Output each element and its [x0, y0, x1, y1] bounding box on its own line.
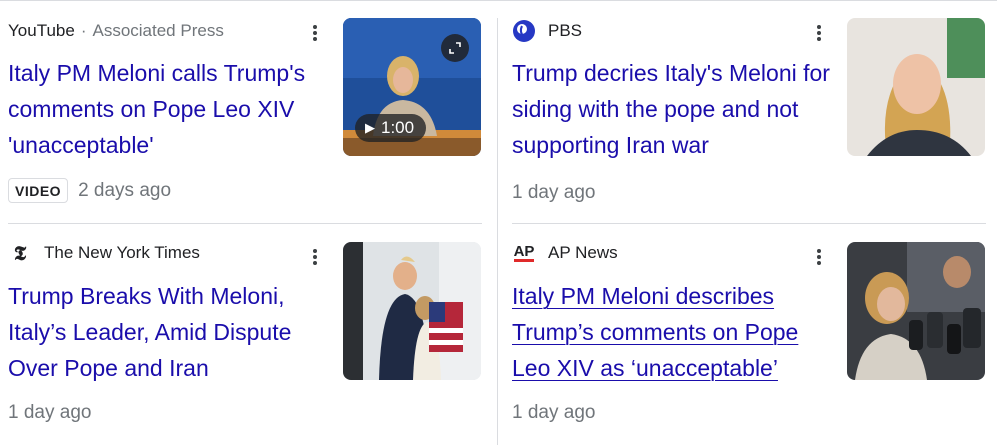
- news-card-video[interactable]: YouTube · Associated Press Italy PM Melo…: [8, 0, 488, 210]
- card-meta: VIDEO 2 days ago: [8, 178, 171, 203]
- card-source: PBS: [512, 18, 582, 44]
- card-meta: 1 day ago: [8, 402, 91, 424]
- card-source: YouTube · Associated Press: [8, 18, 224, 44]
- headline-link[interactable]: Trump Breaks With Meloni, Italy’s Leader…: [8, 278, 328, 386]
- source-name: The New York Times: [44, 243, 200, 262]
- headline-link[interactable]: Trump decries Italy's Meloni for siding …: [512, 55, 832, 163]
- portrait-thumbnail[interactable]: [847, 18, 985, 156]
- more-options-icon[interactable]: [812, 244, 826, 270]
- video-duration: ▶ 1:00: [355, 114, 427, 142]
- more-options-icon[interactable]: [308, 20, 322, 46]
- photo-thumbnail[interactable]: [847, 242, 985, 380]
- expand-icon[interactable]: [441, 34, 469, 62]
- card-meta: 1 day ago: [512, 182, 595, 204]
- duration-text: 1:00: [381, 118, 415, 137]
- card-meta: 1 day ago: [512, 402, 595, 424]
- source-name: AP News: [548, 243, 618, 262]
- source-name: PBS: [548, 21, 583, 40]
- column-divider: [497, 18, 498, 445]
- publisher-name: Associated Press: [92, 21, 224, 40]
- headline-link[interactable]: Italy PM Meloni calls Trump's comments o…: [8, 55, 328, 163]
- news-card-ap[interactable]: AP AP News Italy PM Meloni describes Tru…: [512, 224, 992, 434]
- news-card-pbs[interactable]: PBS Trump decries Italy's Meloni for sid…: [512, 0, 992, 210]
- video-badge: VIDEO: [8, 178, 69, 203]
- news-card-nyt[interactable]: 𝕿 The New York Times Trump Breaks With M…: [8, 224, 488, 434]
- photo-thumbnail[interactable]: [343, 242, 481, 380]
- ap-logo-icon: AP: [513, 242, 535, 262]
- headline-link[interactable]: Italy PM Meloni describes Trump’s commen…: [512, 278, 832, 386]
- timestamp: 2 days ago: [78, 179, 172, 201]
- source-separator: ·: [80, 21, 87, 40]
- timestamp: 1 day ago: [512, 402, 596, 423]
- more-options-icon[interactable]: [308, 244, 322, 270]
- play-icon: ▶: [365, 120, 375, 135]
- card-source: AP AP News: [512, 240, 618, 266]
- source-name: YouTube: [8, 21, 75, 40]
- card-source: 𝕿 The New York Times: [8, 240, 200, 266]
- pbs-logo-icon: [512, 19, 536, 43]
- timestamp: 1 day ago: [8, 402, 92, 423]
- timestamp: 1 day ago: [512, 182, 596, 203]
- nyt-logo-icon: 𝕿: [13, 241, 27, 265]
- more-options-icon[interactable]: [812, 20, 826, 46]
- video-thumbnail[interactable]: ▶ 1:00: [343, 18, 481, 156]
